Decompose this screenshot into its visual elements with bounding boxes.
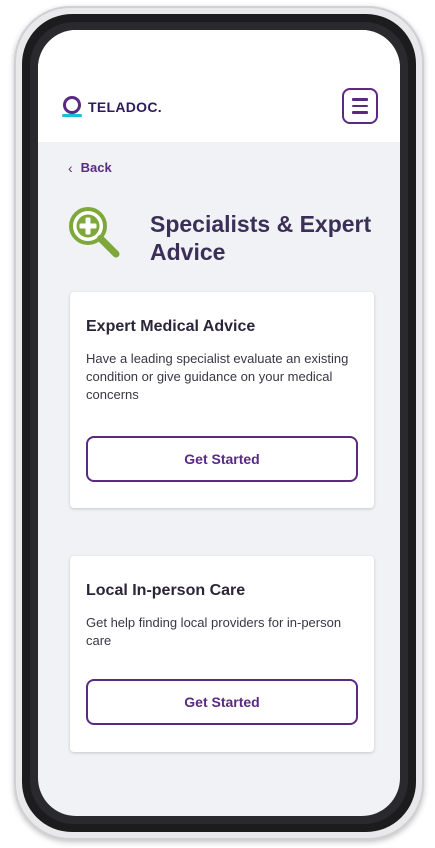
card-title: Expert Medical Advice bbox=[86, 318, 256, 335]
phone-screen: TELADOC. ‹ Back Specialists & Expert Adv… bbox=[38, 30, 400, 816]
card-local-in-person-care: Local In-person Care Get help finding lo… bbox=[70, 556, 374, 752]
card-description: Get help finding local providers for in-… bbox=[86, 615, 342, 648]
page-title: Specialists & Expert Advice bbox=[150, 211, 372, 265]
magnifier-plus-icon bbox=[69, 207, 120, 258]
header-bar bbox=[38, 30, 400, 142]
get-started-button[interactable]: Get Started bbox=[86, 436, 358, 482]
card-title: Local In-person Care bbox=[86, 582, 246, 599]
card-expert-medical-advice: Expert Medical Advice Have a leading spe… bbox=[70, 292, 374, 508]
hamburger-menu-icon bbox=[352, 98, 368, 101]
chevron-left-icon: ‹ bbox=[68, 159, 73, 176]
logo-text: TELADOC. bbox=[88, 99, 162, 115]
back-label: Back bbox=[80, 160, 112, 175]
teladoc-logo[interactable]: TELADOC. bbox=[62, 96, 162, 118]
menu-button[interactable] bbox=[342, 88, 378, 124]
teladoc-logo-icon bbox=[62, 96, 82, 118]
get-started-button[interactable]: Get Started bbox=[86, 679, 358, 725]
card-description: Have a leading specialist evaluate an ex… bbox=[86, 351, 349, 402]
back-link[interactable]: ‹ Back bbox=[68, 160, 112, 175]
